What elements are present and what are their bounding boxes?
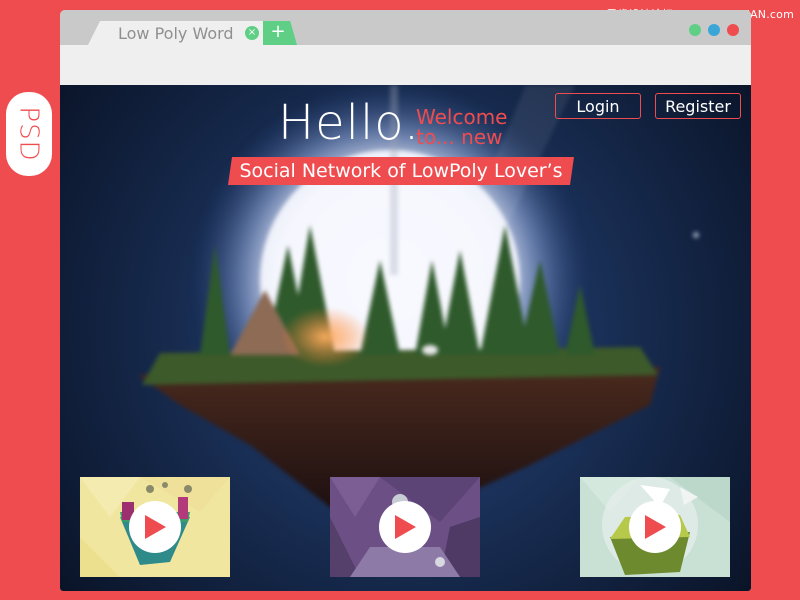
subtitle-ribbon: Social Network of LowPoly Lover’s (228, 157, 574, 185)
tab-bar: Low Poly Word × + (60, 10, 751, 45)
browser-toolbar (60, 45, 751, 85)
window-dot-red-icon[interactable] (727, 24, 739, 36)
welcome-line-2: to... new (416, 125, 503, 149)
register-button[interactable]: Register (655, 93, 741, 119)
subtitle-text: Social Network of LowPoly Lover’s (239, 160, 563, 182)
hello-heading: Hello. (278, 95, 421, 151)
window-controls (689, 24, 739, 36)
psd-badge-label: PSD (14, 106, 45, 162)
window-dot-green-icon[interactable] (689, 24, 701, 36)
tab-title: Low Poly Word (118, 24, 234, 43)
window-dot-blue-icon[interactable] (708, 24, 720, 36)
new-tab-button[interactable]: + (263, 21, 297, 45)
login-button[interactable]: Login (555, 93, 641, 119)
play-icon[interactable] (379, 501, 431, 553)
play-icon[interactable] (129, 501, 181, 553)
psd-badge: PSD (6, 92, 52, 176)
browser-window: Low Poly Word × + Login Register Hello. … (60, 10, 751, 591)
video-thumbnail-3[interactable] (580, 477, 730, 577)
page-viewport: Login Register Hello. Welcome to... new … (60, 85, 751, 591)
welcome-line-1: Welcome (416, 105, 508, 129)
tab-close-icon[interactable]: × (245, 26, 259, 40)
play-icon[interactable] (629, 501, 681, 553)
video-thumbnail-1[interactable] (80, 477, 230, 577)
video-thumbnail-2[interactable] (330, 477, 480, 577)
welcome-text: Welcome to... new (416, 107, 507, 147)
